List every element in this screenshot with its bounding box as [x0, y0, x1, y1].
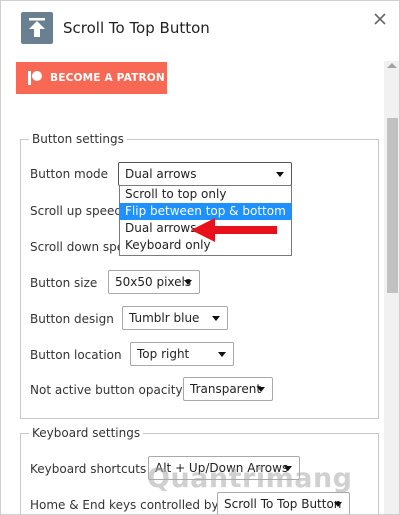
chevron-down-icon [212, 316, 220, 321]
button-location-label: Button location [30, 348, 122, 362]
button-mode-label: Button mode [30, 167, 109, 181]
scroll-up-arrow-icon[interactable] [387, 63, 397, 68]
button-design-value: Tumblr blue [129, 311, 200, 325]
button-mode-select[interactable]: Dual arrows [118, 162, 292, 186]
scroll-down-speed-label: Scroll down spee [30, 240, 132, 254]
opacity-label: Not active button opacity [30, 383, 183, 397]
opacity-value: Transparent [190, 382, 262, 396]
scrollbar-thumb[interactable] [387, 118, 398, 293]
page-title: Scroll To Top Button [63, 19, 210, 37]
home-end-value: Scroll To Top Button [224, 497, 342, 511]
keyboard-settings-legend: Keyboard settings [32, 426, 141, 440]
button-size-label: Button size [30, 276, 98, 290]
chevron-down-icon [276, 172, 284, 177]
chevron-down-icon [257, 387, 265, 392]
chevron-down-icon [334, 502, 342, 507]
chevron-down-icon [184, 280, 192, 285]
watermark: Quantrimang [147, 463, 353, 494]
button-size-value: 50x50 pixels [115, 275, 192, 289]
button-location-value: Top right [137, 347, 190, 361]
options-window: Scroll To Top Button BECOME A PATRON But… [0, 0, 400, 515]
chevron-down-icon [218, 352, 226, 357]
opacity-select[interactable]: Transparent [183, 377, 273, 401]
button-design-label: Button design [30, 312, 114, 326]
button-mode-value: Dual arrows [125, 167, 197, 181]
option-scroll-to-top-only[interactable]: Scroll to top only [120, 186, 291, 203]
upload-arrow-icon [21, 12, 53, 44]
patron-label: BECOME A PATRON [50, 72, 165, 84]
button-location-select[interactable]: Top right [130, 342, 234, 366]
button-design-select[interactable]: Tumblr blue [122, 306, 228, 330]
patreon-icon [28, 71, 42, 85]
scroll-up-speed-label: Scroll up speed [30, 204, 122, 218]
become-patron-button[interactable]: BECOME A PATRON [16, 62, 167, 94]
keyboard-shortcuts-label: Keyboard shortcuts [30, 462, 147, 476]
close-icon[interactable] [370, 9, 390, 29]
button-settings-legend: Button settings [32, 132, 124, 146]
home-end-label: Home & End keys controlled by [30, 498, 219, 512]
home-end-select[interactable]: Scroll To Top Button [217, 492, 350, 514]
button-size-select[interactable]: 50x50 pixels [108, 270, 200, 294]
red-arrow-annotation-icon [191, 217, 279, 246]
